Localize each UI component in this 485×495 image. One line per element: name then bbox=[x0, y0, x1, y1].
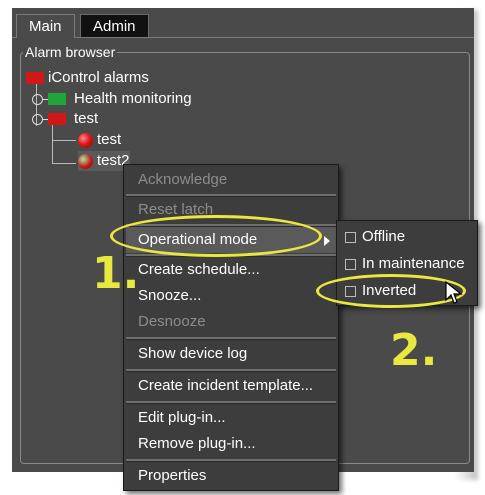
tab-main[interactable]: Main bbox=[16, 14, 75, 38]
tree-line bbox=[52, 140, 76, 141]
context-menu: Acknowledge Reset latch Operational mode… bbox=[123, 164, 339, 491]
submenu-item-offline[interactable]: Offline bbox=[339, 225, 475, 249]
highlight-ellipse bbox=[110, 215, 322, 257]
menu-separator bbox=[126, 369, 336, 372]
alarm-mixed-icon bbox=[78, 153, 93, 169]
menu-item-properties[interactable]: Properties bbox=[126, 463, 336, 489]
menu-item-desnooze[interactable]: Desnooze bbox=[126, 309, 336, 335]
menu-item-edit-plugin[interactable]: Edit plug-in... bbox=[126, 405, 336, 431]
submenu-item-label: In maintenance bbox=[362, 255, 465, 272]
submenu-arrow-icon bbox=[324, 236, 330, 246]
tree-line bbox=[52, 124, 53, 164]
alarm-red-icon bbox=[78, 132, 93, 148]
menu-item-show-device-log[interactable]: Show device log bbox=[126, 341, 336, 367]
tab-bar: Main Admin bbox=[12, 8, 474, 38]
expand-toggle-icon[interactable] bbox=[32, 93, 48, 105]
panel-title: Alarm browser bbox=[25, 44, 116, 60]
tab-admin[interactable]: Admin bbox=[80, 14, 149, 38]
tree-item-label: test bbox=[74, 110, 99, 127]
tree-item-label: test bbox=[97, 131, 122, 148]
menu-item-remove-plugin[interactable]: Remove plug-in... bbox=[126, 431, 336, 457]
tree-item-test2[interactable]: test2 bbox=[78, 151, 130, 171]
menu-item-snooze[interactable]: Snooze... bbox=[126, 283, 336, 309]
tree-item-health[interactable]: Health monitoring bbox=[32, 89, 192, 109]
menu-separator bbox=[126, 401, 336, 404]
folder-icon bbox=[48, 93, 66, 106]
expand-toggle-icon[interactable] bbox=[32, 113, 48, 125]
submenu-item-in-maintenance[interactable]: In maintenance bbox=[339, 252, 475, 276]
menu-separator bbox=[126, 337, 336, 340]
step-number-1: 1. bbox=[92, 248, 140, 299]
step-number-2: 2. bbox=[390, 325, 438, 376]
menu-item-create-incident-template[interactable]: Create incident template... bbox=[126, 373, 336, 399]
folder-open-icon bbox=[48, 113, 66, 126]
checkbox-icon bbox=[345, 231, 356, 243]
folder-open-icon bbox=[26, 72, 44, 85]
tree-item-test-folder[interactable]: test bbox=[32, 109, 98, 129]
checkbox-icon bbox=[345, 258, 356, 270]
tree-item-test[interactable]: test bbox=[78, 130, 121, 150]
tree-item-label: iControl alarms bbox=[48, 69, 149, 86]
tree-item-label: Health monitoring bbox=[74, 90, 192, 107]
submenu-item-label: Offline bbox=[362, 228, 406, 245]
menu-separator bbox=[126, 459, 336, 462]
tree-item-root[interactable]: iControl alarms bbox=[26, 68, 149, 88]
tab-divider bbox=[12, 37, 474, 38]
tree-line bbox=[52, 163, 76, 164]
menu-item-create-schedule[interactable]: Create schedule... bbox=[126, 257, 336, 283]
mouse-pointer-icon bbox=[445, 280, 463, 304]
menu-item-acknowledge[interactable]: Acknowledge bbox=[126, 167, 336, 193]
